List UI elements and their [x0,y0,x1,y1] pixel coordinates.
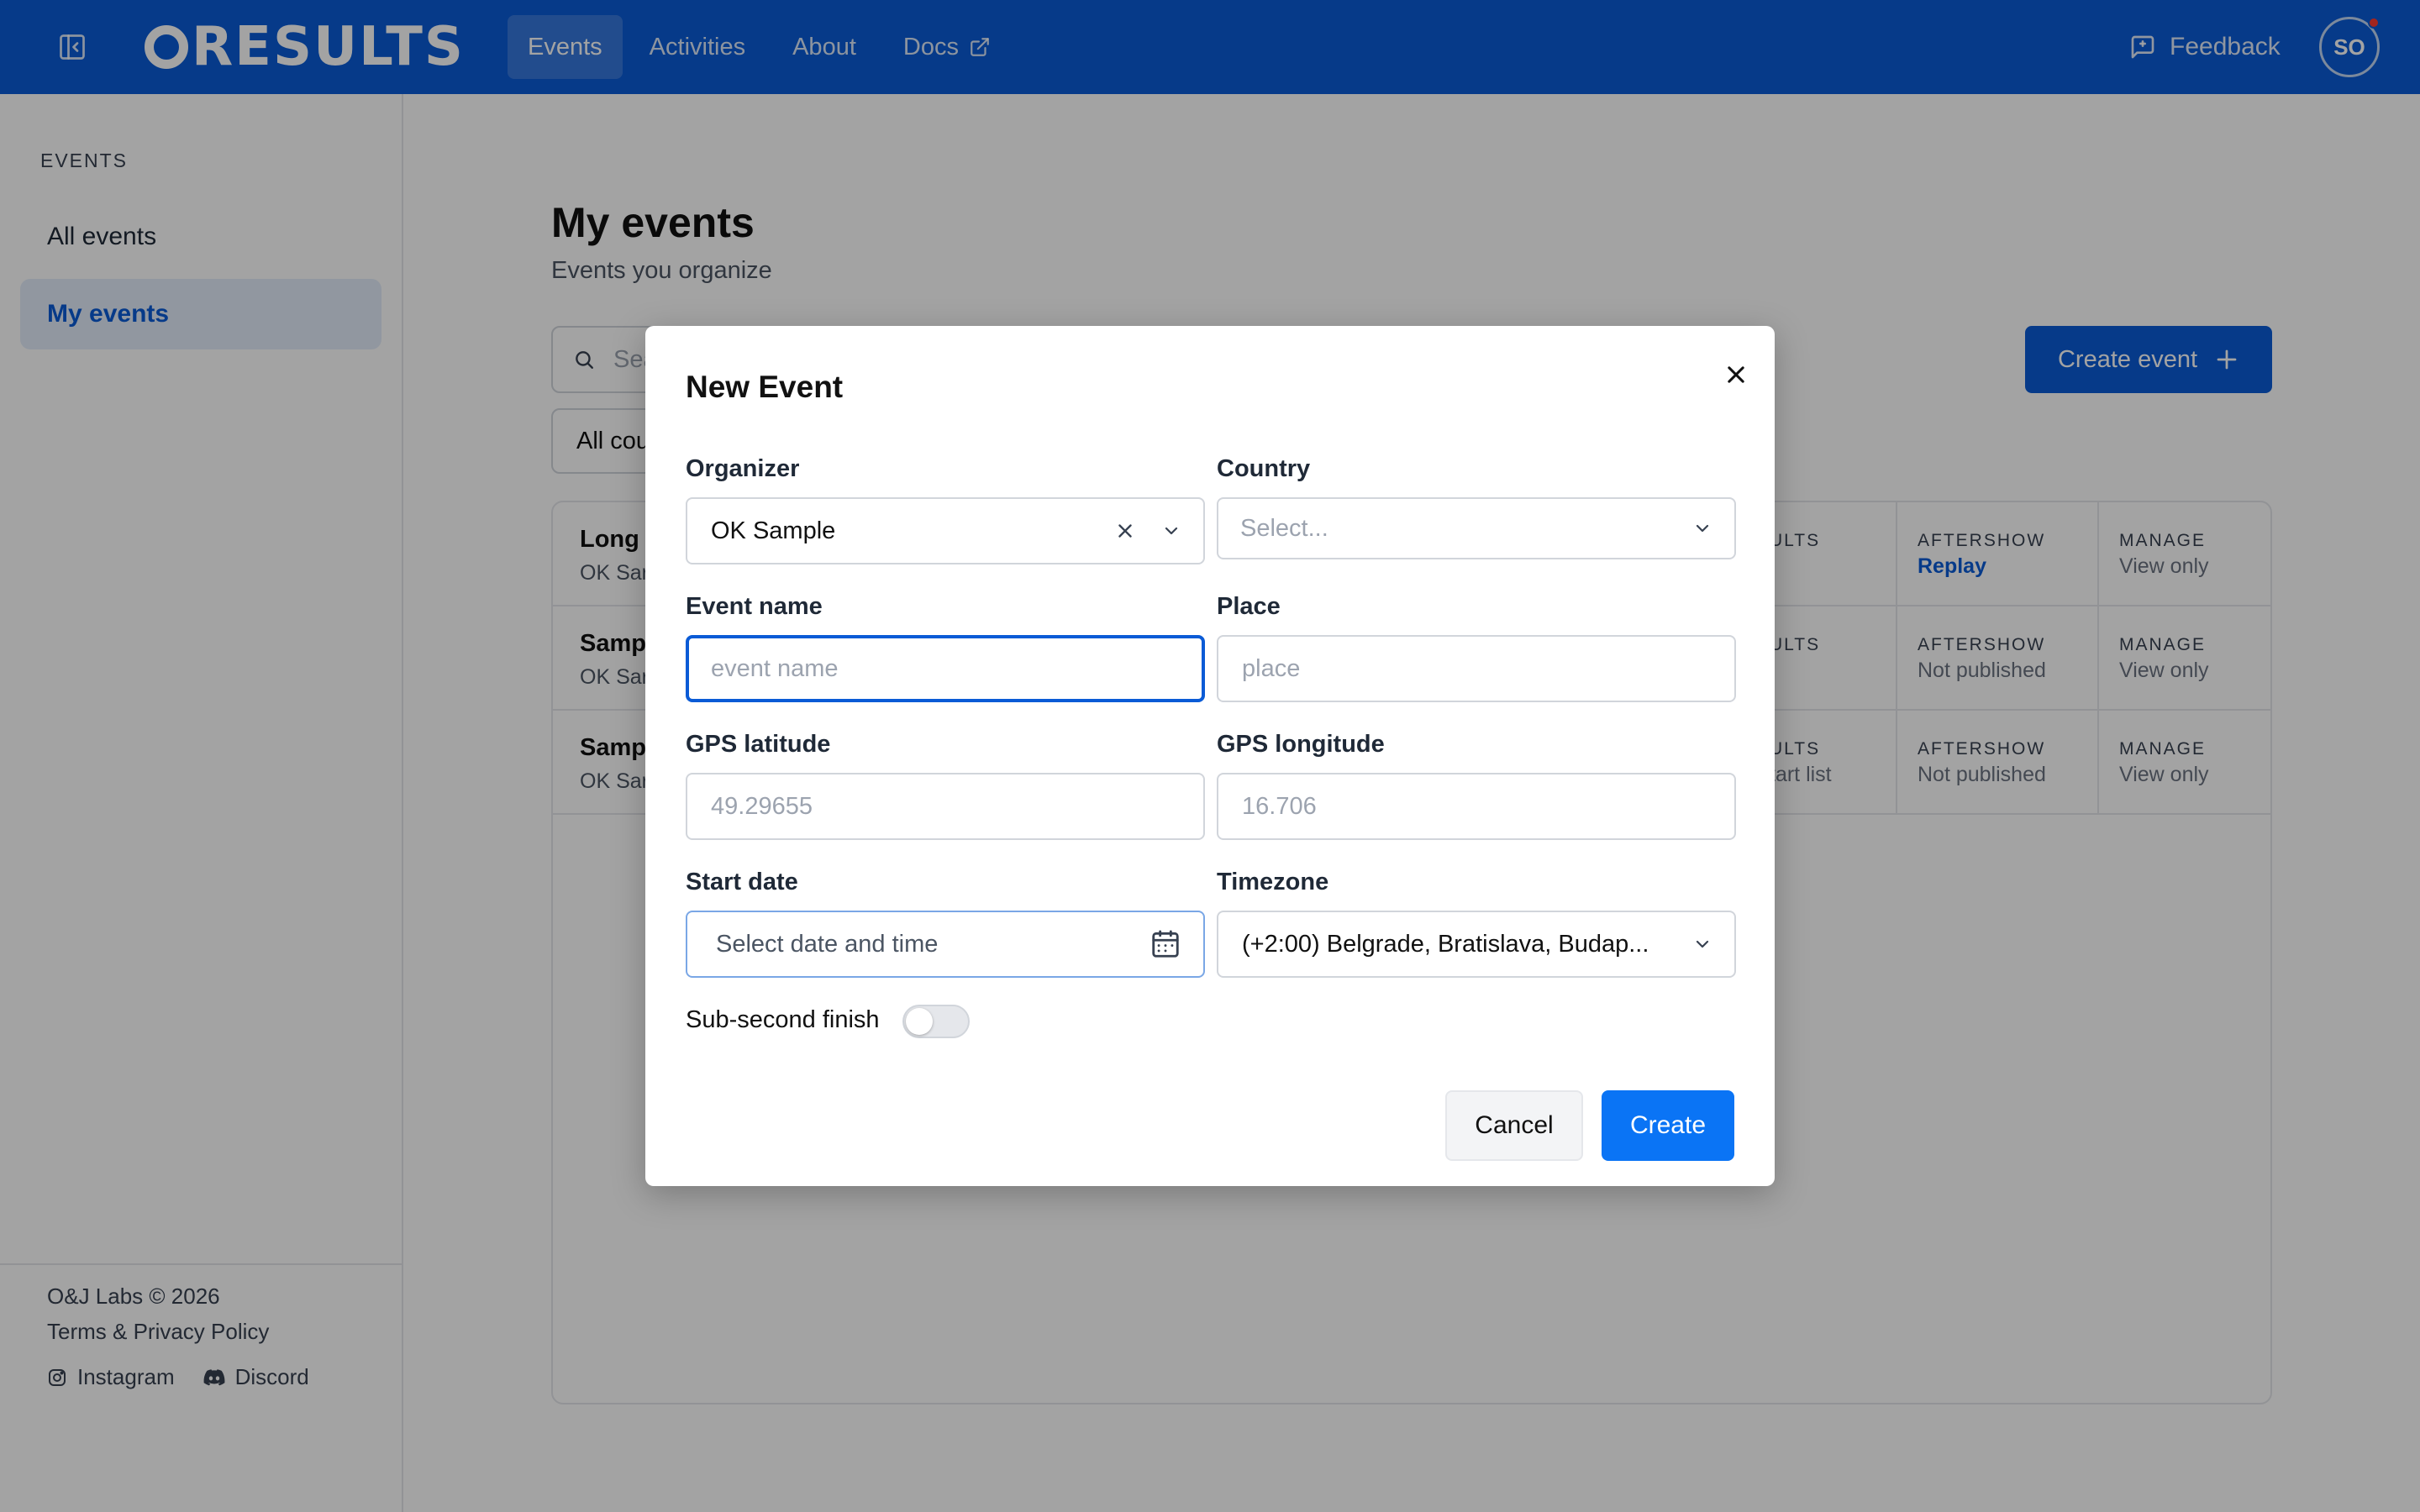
cancel-label: Cancel [1475,1111,1554,1139]
timezone-value: (+2:00) Belgrade, Bratislava, Budap... [1242,930,1649,958]
place-input[interactable]: place [1217,635,1736,702]
new-event-dialog: New Event Organizer OK Sample Country Se… [645,326,1775,1186]
create-button[interactable]: Create [1602,1090,1734,1161]
sub-second-label: Sub-second finish [686,1006,880,1033]
organizer-label: Organizer [686,455,800,482]
gps-latitude-placeholder: 49.29655 [711,792,813,820]
chevron-down-icon [1165,527,1178,535]
timezone-label: Timezone [1217,869,1329,895]
close-icon[interactable] [1718,356,1754,393]
cancel-button[interactable]: Cancel [1445,1090,1583,1161]
country-label: Country [1217,455,1311,482]
gps-longitude-placeholder: 16.706 [1242,792,1317,820]
gps-latitude-label: GPS latitude [686,731,831,758]
event-name-label: Event name [686,593,823,620]
start-date-label: Start date [686,869,798,895]
timezone-select[interactable]: (+2:00) Belgrade, Bratislava, Budap... [1217,911,1736,978]
dialog-title: New Event [686,370,844,404]
event-name-input[interactable]: event name [686,635,1205,702]
sub-second-toggle[interactable] [902,1005,970,1038]
gps-longitude-input[interactable]: 16.706 [1217,773,1736,840]
place-placeholder: place [1242,654,1301,682]
country-placeholder: Select... [1240,514,1328,542]
place-label: Place [1217,593,1281,620]
organizer-value: OK Sample [711,517,836,544]
gps-longitude-label: GPS longitude [1217,731,1385,758]
event-name-placeholder: event name [711,654,839,682]
chevron-down-icon [1696,940,1709,948]
country-select[interactable]: Select... [1217,497,1736,559]
chevron-down-icon [1696,524,1709,533]
toggle-knob [906,1008,933,1035]
gps-latitude-input[interactable]: 49.29655 [686,773,1205,840]
clear-icon[interactable] [1114,520,1136,542]
organizer-select[interactable]: OK Sample [686,497,1205,564]
start-date-picker[interactable]: Select date and time [686,911,1205,978]
create-label: Create [1629,1111,1707,1139]
calendar-icon[interactable] [1150,928,1181,960]
start-date-placeholder: Select date and time [716,930,939,958]
